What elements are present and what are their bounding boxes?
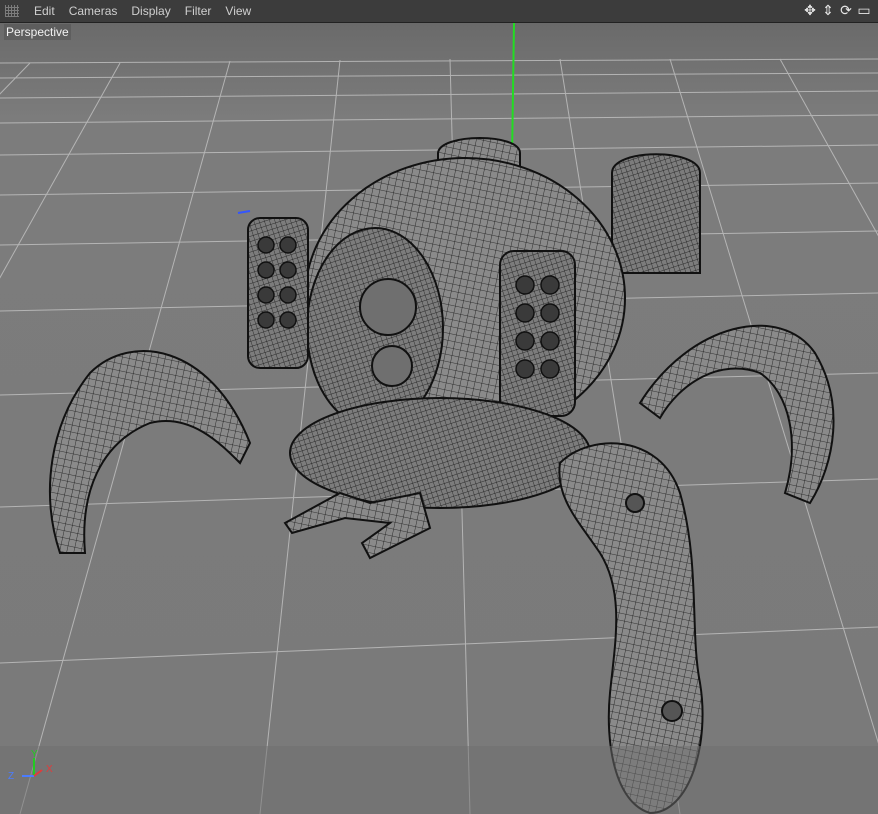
menu-edit[interactable]: Edit bbox=[27, 0, 62, 22]
gizmo-y-label: Y bbox=[31, 749, 38, 760]
eye-lower bbox=[371, 345, 413, 387]
axis-gizmo: Y Z X bbox=[8, 749, 53, 782]
gizmo-z-label: Z bbox=[8, 771, 14, 782]
menu-cameras[interactable]: Cameras bbox=[62, 0, 125, 22]
menu-view[interactable]: View bbox=[218, 0, 258, 22]
side-pod-right bbox=[499, 250, 576, 417]
side-pod-left bbox=[247, 217, 309, 369]
menu-display[interactable]: Display bbox=[124, 0, 177, 22]
eye-upper bbox=[359, 278, 417, 336]
viewport-bottom-band bbox=[0, 746, 878, 814]
dolly-icon[interactable]: ⇕ bbox=[820, 2, 836, 18]
gizmo-x-label: X bbox=[46, 764, 53, 775]
viewport-camera-label[interactable]: Perspective bbox=[4, 24, 71, 40]
menu-filter[interactable]: Filter bbox=[178, 0, 219, 22]
perspective-viewport[interactable] bbox=[0, 23, 878, 814]
maximize-icon[interactable]: ▭ bbox=[856, 2, 872, 18]
menu-grip-icon[interactable] bbox=[5, 5, 19, 17]
viewport-window[interactable]: Edit Cameras Display Filter View ✥ ⇕ ⟳ ▭ bbox=[0, 0, 878, 814]
menubar: Edit Cameras Display Filter View ✥ ⇕ ⟳ ▭ bbox=[0, 0, 878, 23]
move-icon[interactable]: ✥ bbox=[802, 2, 818, 18]
tank-right bbox=[611, 153, 701, 274]
viewport-nav-icons: ✥ ⇕ ⟳ ▭ bbox=[802, 2, 872, 18]
gizmo-x-axis bbox=[33, 769, 43, 777]
rotate-icon[interactable]: ⟳ bbox=[838, 2, 854, 18]
robot-hip bbox=[289, 397, 591, 509]
